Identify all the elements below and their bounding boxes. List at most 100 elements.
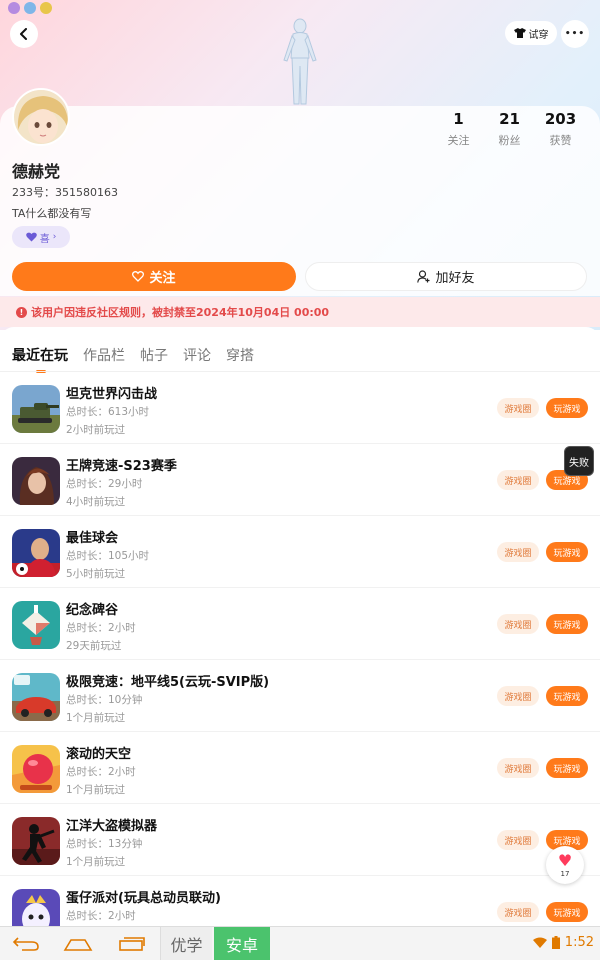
game-circle-button[interactable]: 游戏圈 xyxy=(497,542,539,562)
add-friend-button[interactable]: 加好友 xyxy=(305,262,587,291)
nav-recent-apps-button[interactable] xyxy=(116,932,148,956)
system-tray: 1:52 xyxy=(532,935,594,950)
ban-notice: ! 该用户因违反社区规则，被封禁至2024年10月04日 00:00 xyxy=(0,297,600,327)
monument-game-icon xyxy=(12,601,60,649)
game-circle-button[interactable]: 游戏圈 xyxy=(497,830,539,850)
game-duration: 总时长：613小时 xyxy=(66,406,150,418)
more-button[interactable]: ••• xyxy=(561,20,589,48)
game-duration: 总时长：2小时 xyxy=(66,622,136,634)
list-item[interactable]: 最佳球会 总时长：105小时 5小时前玩过 游戏圈 玩游戏 xyxy=(0,516,600,588)
stat-value: 1 xyxy=(453,110,464,128)
chevron-right-icon: › xyxy=(52,232,57,242)
floating-status-widget[interactable]: 失败 xyxy=(564,446,594,476)
chevron-left-icon xyxy=(20,28,27,40)
heart-icon: ♥ xyxy=(557,850,573,870)
game-duration: 总时长：105小时 xyxy=(66,550,150,562)
floating-status-label: 失败 xyxy=(569,457,589,469)
add-friend-label: 加好友 xyxy=(435,271,475,286)
list-item[interactable]: 坦克世界闪击战 总时长：613小时 2小时前玩过 游戏圈 玩游戏 xyxy=(0,372,600,444)
try-on-label: 试穿 xyxy=(528,29,549,41)
play-game-button[interactable]: 玩游戏 xyxy=(546,542,588,562)
list-item[interactable]: 蛋仔派对(玩具总动员联动) 总时长：2小时 游戏圈 玩游戏 xyxy=(0,876,600,927)
tab-comments[interactable]: 评论 xyxy=(183,345,211,365)
tab-outfits[interactable]: 穿搭 xyxy=(226,345,254,365)
play-game-button[interactable]: 玩游戏 xyxy=(546,758,588,778)
stat-label: 粉丝 xyxy=(498,134,521,147)
shirt-icon xyxy=(513,28,526,38)
alert-icon: ! xyxy=(16,306,27,318)
tank-game-icon xyxy=(12,385,60,433)
badge-label: 喜 xyxy=(39,233,50,245)
game-last-played: 1个月前玩过 xyxy=(66,712,126,724)
stat-followers[interactable]: 21 粉丝 xyxy=(484,110,535,148)
try-on-button[interactable]: 试穿 xyxy=(505,21,557,45)
game-last-played: 5小时前玩过 xyxy=(66,568,126,580)
tab-recent-play[interactable]: 最近在玩 xyxy=(12,345,68,373)
list-item[interactable]: 极限竞速：地平线5(云玩-SVIP版) 总时长：10分钟 1个月前玩过 游戏圈 … xyxy=(0,660,600,732)
game-duration: 总时长：13分钟 xyxy=(66,838,143,850)
game-name: 江洋大盗模拟器 xyxy=(66,819,158,834)
nav-back-button[interactable] xyxy=(10,932,42,956)
game-name: 滚动的天空 xyxy=(66,747,132,762)
stat-likes[interactable]: 203 获赞 xyxy=(535,110,586,148)
play-game-button[interactable]: 玩游戏 xyxy=(546,902,588,922)
game-last-played: 2小时前玩过 xyxy=(66,424,126,436)
stat-label: 获赞 xyxy=(549,134,572,147)
main-content: 最近在玩 作品栏 帖子 评论 穿搭 坦克世界闪击战 总时长：613小时 2小时前… xyxy=(0,327,600,927)
stat-label: 关注 xyxy=(447,134,470,147)
list-item[interactable]: 江洋大盗模拟器 总时长：13分钟 1个月前玩过 游戏圈 玩游戏 xyxy=(0,804,600,876)
home-icon xyxy=(63,939,93,951)
racing-game-icon xyxy=(12,457,60,505)
floating-like-button[interactable]: ♥ 17 xyxy=(546,846,584,884)
back-button[interactable] xyxy=(10,20,38,48)
clock: 1:52 xyxy=(564,935,594,950)
game-duration: 总时长：2小时 xyxy=(66,766,136,778)
game-name: 最佳球会 xyxy=(66,531,119,546)
wifi-icon xyxy=(532,937,547,948)
list-item[interactable]: 纪念碑谷 总时长：2小时 29天前玩过 游戏圈 玩游戏 xyxy=(0,588,600,660)
battery-icon xyxy=(551,936,560,949)
tab-posts[interactable]: 帖子 xyxy=(140,345,168,365)
play-game-button[interactable]: 玩游戏 xyxy=(546,686,588,706)
game-circle-button[interactable]: 游戏圈 xyxy=(497,686,539,706)
avatar[interactable] xyxy=(12,88,70,146)
game-duration: 总时长：29小时 xyxy=(66,478,143,490)
game-name: 纪念碑谷 xyxy=(66,603,119,618)
stat-following[interactable]: 1 关注 xyxy=(433,110,484,148)
notification-icon xyxy=(40,2,52,14)
like-count: 17 xyxy=(560,869,570,878)
user-bio: TA什么都没有写 xyxy=(12,207,92,220)
username: 德赫党 xyxy=(12,162,61,181)
game-circle-button[interactable]: 游戏圈 xyxy=(497,614,539,634)
notification-icon xyxy=(8,2,20,14)
recent-apps-icon xyxy=(119,937,145,951)
heart-icon xyxy=(25,232,37,242)
game-last-played: 1个月前玩过 xyxy=(66,784,126,796)
tab-works[interactable]: 作品栏 xyxy=(83,345,125,365)
input-method-youxue[interactable]: 优学 xyxy=(160,927,212,960)
list-item[interactable]: 王牌竞速-S23赛季 总时长：29小时 4小时前玩过 游戏圈 玩游戏 xyxy=(0,444,600,516)
nav-home-button[interactable] xyxy=(62,932,94,956)
list-item[interactable]: 滚动的天空 总时长：2小时 1个月前玩过 游戏圈 玩游戏 xyxy=(0,732,600,804)
heart-outline-icon xyxy=(132,271,145,282)
game-circle-button[interactable]: 游戏圈 xyxy=(497,902,539,922)
profile-stats: 1 关注 21 粉丝 203 获赞 xyxy=(433,110,586,148)
game-circle-button[interactable]: 游戏圈 xyxy=(497,758,539,778)
game-duration: 总时长：2小时 xyxy=(66,910,136,922)
game-circle-button[interactable]: 游戏圈 xyxy=(497,470,539,490)
play-game-button[interactable]: 玩游戏 xyxy=(546,614,588,634)
mood-badge[interactable]: 喜 › xyxy=(12,226,70,248)
game-circle-button[interactable]: 游戏圈 xyxy=(497,398,539,418)
avatar-3d-figure xyxy=(283,18,317,105)
rolling-sky-game-icon xyxy=(12,745,60,793)
play-game-button[interactable]: 玩游戏 xyxy=(546,398,588,418)
game-last-played: 29天前玩过 xyxy=(66,640,122,652)
input-method-android[interactable]: 安卓 xyxy=(214,927,270,960)
more-dots-icon: ••• xyxy=(564,29,586,39)
add-user-icon xyxy=(417,270,430,283)
follow-button[interactable]: 关注 xyxy=(12,262,296,291)
game-name: 蛋仔派对(玩具总动员联动) xyxy=(66,891,221,906)
stat-value: 21 xyxy=(499,110,520,128)
game-last-played: 1个月前玩过 xyxy=(66,856,126,868)
game-name: 极限竞速：地平线5(云玩-SVIP版) xyxy=(66,675,270,690)
